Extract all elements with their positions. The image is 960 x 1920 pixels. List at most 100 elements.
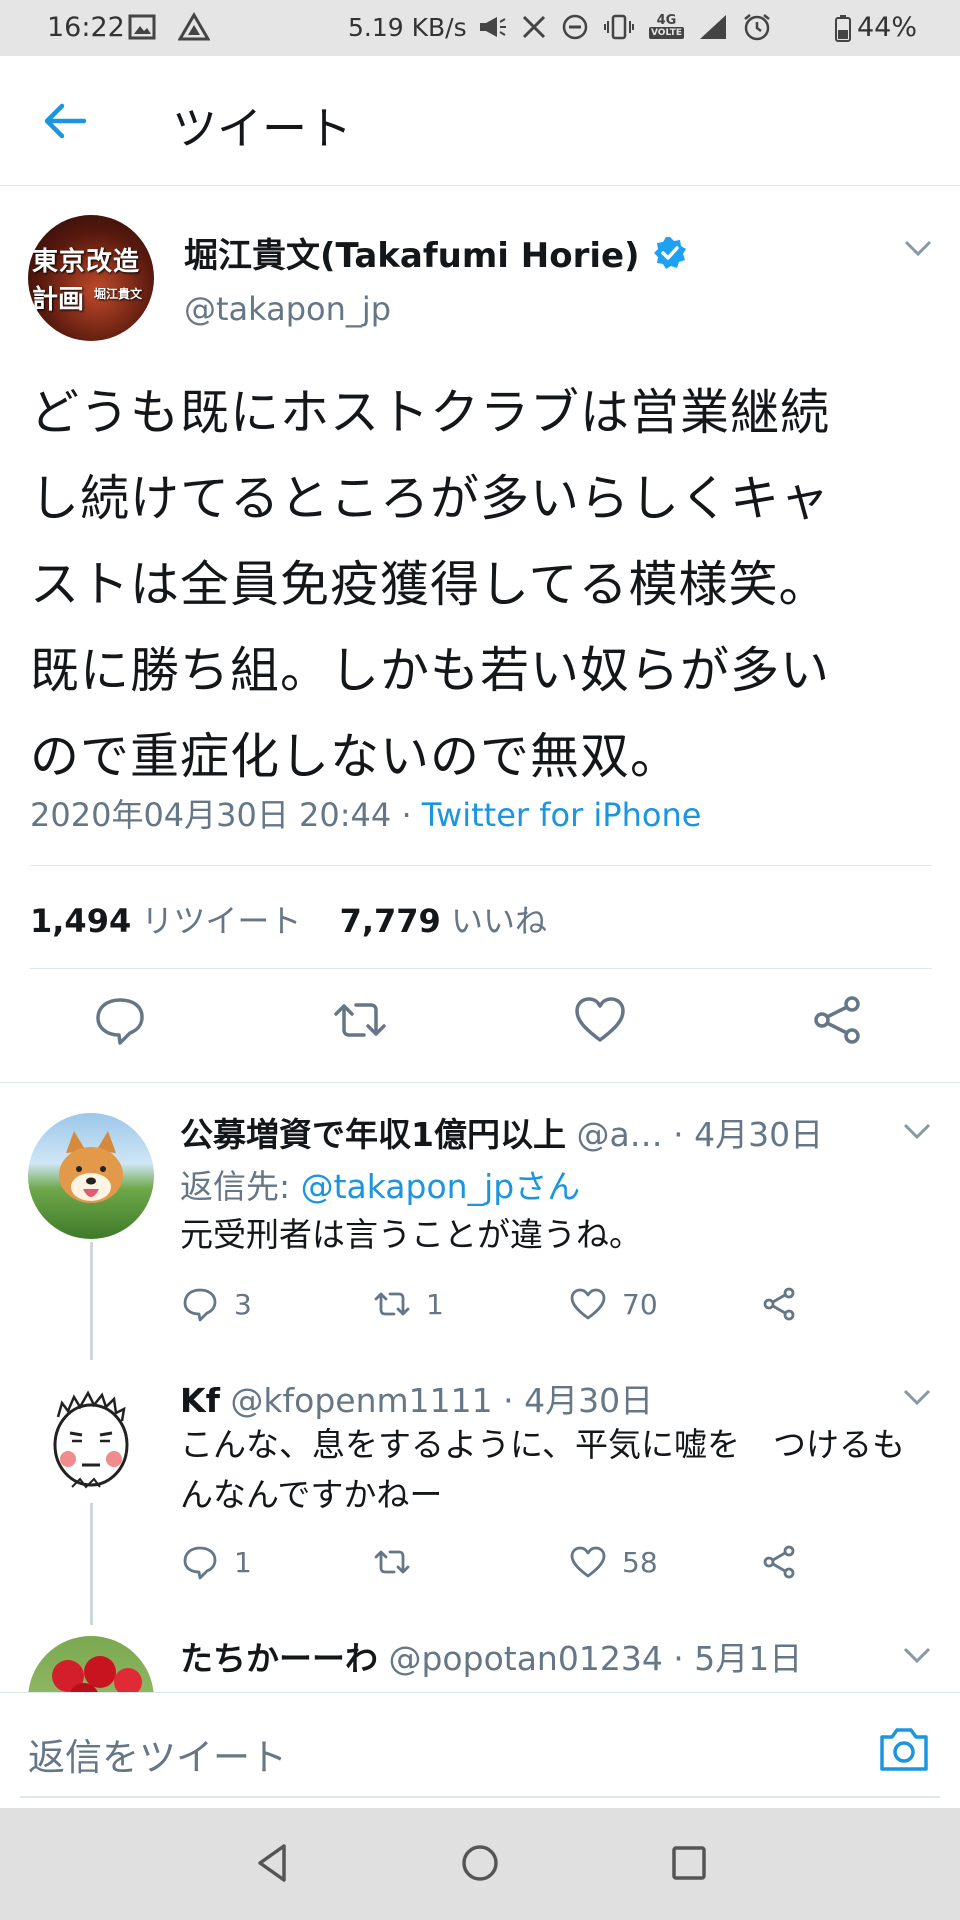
camera-icon[interactable] — [876, 1721, 932, 1777]
reply-action-bar: 3 1 70 — [180, 1282, 820, 1332]
tweet-text-line: 既に勝ち組。しかも若い奴らが多い — [30, 642, 831, 699]
tweet-stats: 1,494 リツイート 7,779 いいね — [30, 896, 547, 942]
reply-compose-input[interactable]: 返信をツイート — [28, 1727, 287, 1781]
nav-home-icon[interactable] — [455, 1838, 505, 1888]
retweet-button[interactable] — [372, 1540, 426, 1584]
battery-percent: 44% — [857, 12, 918, 43]
reply-text: 元受刑者は言うことが違うね。 — [180, 1215, 642, 1254]
reply-to-mention[interactable]: @takapon_jpさん — [301, 1167, 581, 1206]
like-count: 70 — [622, 1287, 658, 1321]
author-name-text: 堀江貴文(Takafumi Horie) — [184, 236, 640, 276]
network-badge: 4G VOLTE — [649, 13, 684, 39]
reply-count: 1 — [234, 1545, 252, 1579]
like-heart-icon[interactable] — [570, 990, 630, 1050]
retweet-label: リツイート — [131, 902, 302, 940]
reply-avatar-shiba[interactable] — [28, 1113, 154, 1239]
thread-line — [90, 1503, 93, 1625]
retweet-icon — [374, 1292, 410, 1316]
nav-recents-icon[interactable] — [664, 1838, 714, 1888]
share-button[interactable] — [760, 1540, 800, 1584]
compose-underline — [20, 1796, 940, 1798]
divider — [0, 1082, 960, 1083]
author-handle[interactable]: @takapon_jp — [184, 290, 391, 328]
avatar-caption-3: 堀江貴文 — [94, 287, 143, 301]
vibrate-icon — [604, 14, 634, 40]
back-arrow-icon[interactable] — [40, 96, 90, 146]
author-name[interactable]: 堀江貴文(Takafumi Horie) — [184, 228, 688, 277]
reply-header: 公募増資で年収1億円以上 @a… · 4月30日 — [180, 1108, 823, 1156]
tweet-source-link[interactable]: Twitter for iPhone — [422, 796, 702, 834]
alert-triangle-icon — [178, 12, 210, 41]
avatar-caption-1: 東京改造 — [32, 247, 141, 277]
reply-to-prefix: 返信先: — [180, 1167, 301, 1206]
battery-icon — [835, 15, 851, 42]
retweet-button[interactable]: 1 — [372, 1282, 444, 1326]
tweet-text-line: どうも既にホストクラブは営業継続 — [30, 384, 831, 441]
retweet-stat[interactable]: 1,494 リツイート — [30, 902, 301, 940]
reply-button[interactable]: 3 — [180, 1282, 252, 1326]
verified-badge-icon — [653, 236, 686, 269]
tweet-text-line: し続けてるところが多いらしくキャ — [30, 470, 831, 527]
reply-button[interactable]: 1 — [180, 1540, 252, 1584]
compose-bar[interactable]: 返信をツイート — [0, 1692, 960, 1807]
share-button[interactable] — [760, 1282, 800, 1326]
like-heart-icon — [570, 1546, 606, 1578]
reply-header: Kf @kfopenm1111 · 4月30日 — [180, 1374, 653, 1422]
like-label: いいね — [440, 902, 547, 940]
reply-icon[interactable] — [90, 990, 150, 1050]
x-logo-icon — [522, 15, 546, 39]
status-icons: 4G VOLTE — [477, 12, 772, 42]
avatar-caption-2: 計画 — [32, 285, 85, 315]
chevron-down-icon[interactable] — [900, 1386, 934, 1408]
chevron-down-icon[interactable] — [900, 1644, 934, 1666]
retweet-count: 1,494 — [30, 902, 132, 940]
reply-icon — [183, 1288, 217, 1322]
reply-handle-date: @popotan01234 · 5月1日 — [378, 1639, 803, 1678]
divider — [30, 865, 932, 866]
share-icon — [763, 1545, 795, 1579]
author-avatar[interactable]: 東京改造 計画 堀江貴文 — [28, 215, 154, 341]
share-icon — [763, 1287, 795, 1321]
retweet-icon — [374, 1550, 410, 1574]
battery: 44% — [835, 12, 917, 44]
system-nav-bar — [0, 1808, 960, 1920]
divider — [30, 968, 932, 969]
dnd-icon — [562, 14, 588, 40]
reply-text: こんな、息をするように、平気に嘘を つけるもんなんですかねー — [180, 1425, 906, 1514]
reply-handle-date: @kfopenm1111 · 4月30日 — [219, 1381, 654, 1420]
network-sub: VOLTE — [649, 27, 684, 39]
alarm-icon — [744, 14, 770, 41]
reply-author-name[interactable]: Kf — [180, 1381, 220, 1420]
net-speed: 5.19 KB/s — [348, 13, 467, 42]
chevron-down-icon[interactable] — [900, 236, 936, 260]
drawn-face-icon — [53, 1390, 129, 1489]
page-title: ツイート — [172, 102, 353, 155]
like-stat[interactable]: 7,779 いいね — [340, 902, 547, 940]
status-bar: 16:22 5.19 KB/s 4G VOLTE 44% — [0, 0, 960, 56]
signal-icon — [700, 15, 726, 39]
chevron-down-icon[interactable] — [900, 1120, 934, 1142]
nav-back-icon[interactable] — [248, 1838, 298, 1888]
gallery-icon — [128, 14, 156, 40]
dog-face-icon — [59, 1131, 123, 1203]
retweet-icon[interactable] — [330, 990, 390, 1050]
network-type: 4G — [656, 13, 677, 28]
share-icon[interactable] — [808, 990, 868, 1050]
tweet-meta: 2020年04月30日 20:44 · Twitter for iPhone — [30, 790, 701, 836]
reply-header: たちかーーわ @popotan01234 · 5月1日 — [180, 1632, 802, 1680]
like-heart-icon — [570, 1288, 606, 1320]
reply-author-name[interactable]: 公募増資で年収1億円以上 — [180, 1115, 566, 1154]
like-button[interactable]: 70 — [568, 1282, 658, 1326]
status-time: 16:22 — [47, 12, 125, 43]
like-count: 7,779 — [339, 902, 441, 940]
app-header: ツイート — [0, 56, 960, 186]
like-count: 58 — [622, 1545, 658, 1579]
tweet-timestamp: 2020年04月30日 20:44 · — [30, 796, 422, 834]
tweet-text-line: ので重症化しないので無双。 — [30, 728, 681, 785]
tweet-action-bar — [0, 990, 960, 1060]
tweet-text-line: ストは全員免疫獲得してる模様笑。 — [30, 556, 829, 613]
megaphone-icon — [480, 17, 506, 37]
reply-avatar-face-drawing[interactable] — [28, 1375, 154, 1501]
like-button[interactable]: 58 — [568, 1540, 658, 1584]
reply-author-name[interactable]: たちかーーわ — [180, 1639, 378, 1678]
